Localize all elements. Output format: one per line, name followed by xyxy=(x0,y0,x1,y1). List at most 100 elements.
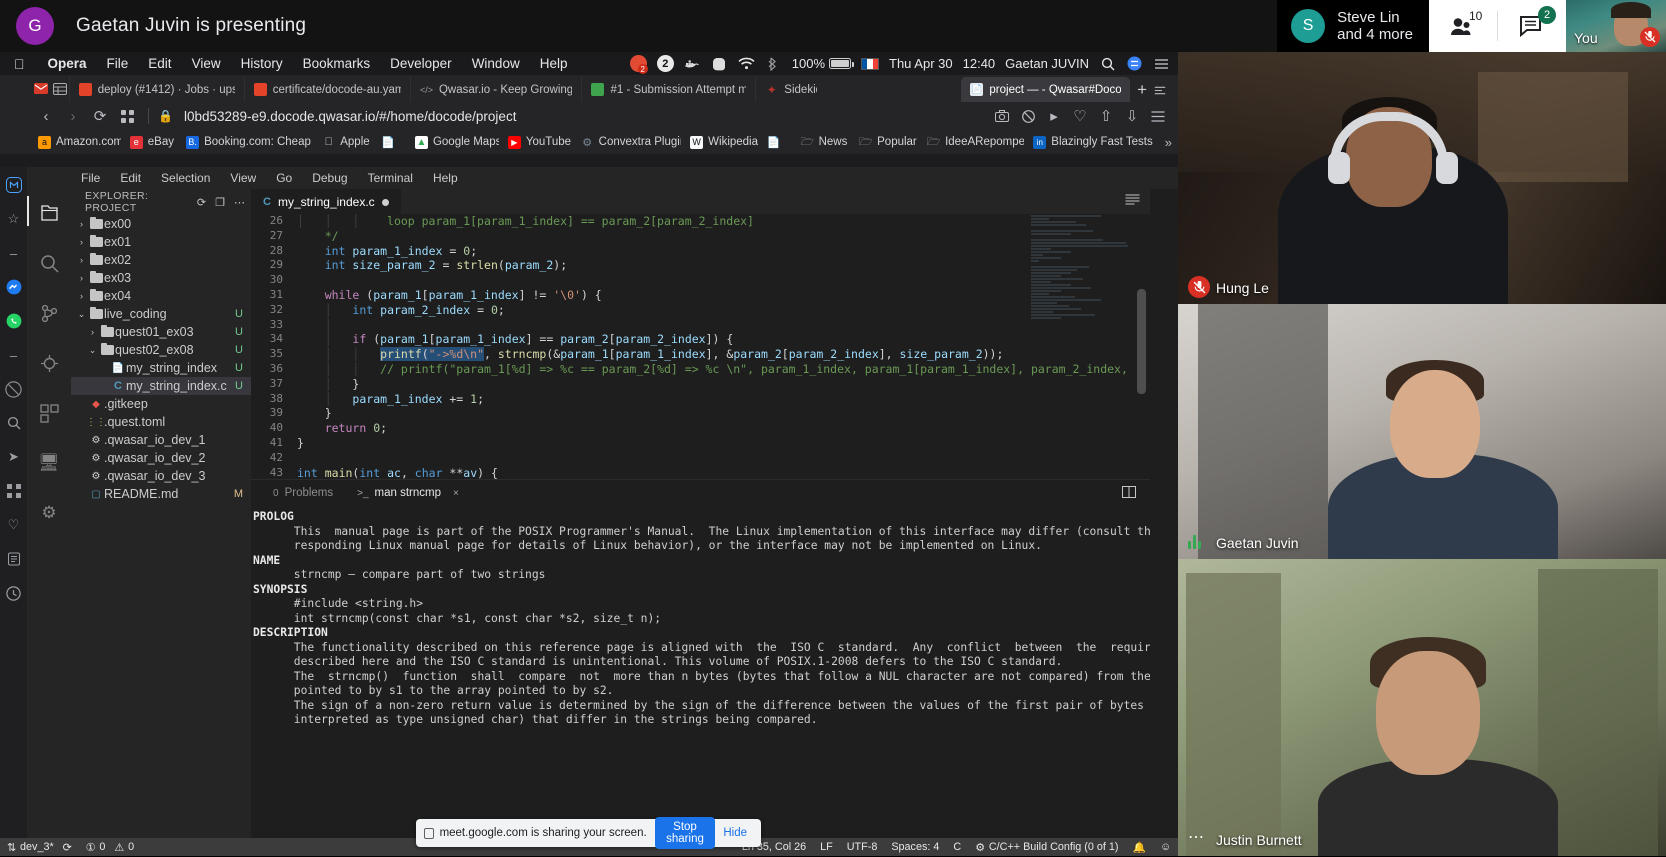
remote-icon[interactable]: 🖥 xyxy=(35,449,63,477)
twisty-icon[interactable]: › xyxy=(75,219,88,229)
tab-grid-icon[interactable] xyxy=(115,104,139,128)
vertical-scrollbar[interactable] xyxy=(1137,289,1146,394)
hide-toast-button[interactable]: Hide xyxy=(715,823,755,843)
bookmark-item[interactable]: in Blazingly Fast Tests U xyxy=(1033,135,1156,149)
browser-tab[interactable]: ✦ Sidekiq xyxy=(755,77,826,102)
menu-history[interactable]: History xyxy=(231,56,293,71)
code-line[interactable]: 38 │ param_1_index += 1; xyxy=(251,392,1150,407)
collapse-all-icon[interactable]: ❐ xyxy=(215,196,225,209)
editor-tab[interactable]: C my_string_index.c xyxy=(251,189,401,214)
file-tree-item[interactable]: › ex02 xyxy=(71,251,251,269)
adblock-icon[interactable] xyxy=(1016,104,1040,128)
settings-gear-icon[interactable]: ⚙ xyxy=(35,499,63,527)
file-tree-item[interactable]: › quest01_ex03 U xyxy=(71,323,251,341)
mail-icon[interactable] xyxy=(32,75,50,102)
opera-notes-icon[interactable] xyxy=(4,549,24,569)
screenshot-icon[interactable] xyxy=(990,104,1014,128)
video-tile[interactable]: Gaetan Juvin xyxy=(1178,304,1666,559)
url-input[interactable]: l0bd53289-e9.docode.qwasar.io/#/home/doc… xyxy=(184,109,517,124)
file-tree-item[interactable]: ⋮⋮ .quest.toml xyxy=(71,413,251,431)
opera-messenger-icon[interactable] xyxy=(4,277,24,297)
bookmark-item[interactable]: B. Booking.com: Cheap H xyxy=(186,135,313,149)
bookmark-folder[interactable]: 🗁 Popular xyxy=(859,136,918,149)
minimap[interactable] xyxy=(1023,214,1128,479)
menu-edit[interactable]: Edit xyxy=(138,56,181,71)
status-build-config[interactable]: ⚙ C/C++ Build Config (0 of 1) xyxy=(968,841,1125,854)
file-tree-item[interactable]: › ex01 xyxy=(71,233,251,251)
browser-tab[interactable]: #1 - Submission Attempt my_ xyxy=(581,77,755,102)
vs-menu-view[interactable]: View xyxy=(220,171,266,185)
code-line[interactable]: 29 int size_param_2 = strlen(param_2); xyxy=(251,258,1150,273)
opera-disabled-icon[interactable] xyxy=(4,379,24,399)
twisty-icon[interactable]: ⌄ xyxy=(86,345,99,356)
opera-star-icon[interactable]: ☆ xyxy=(4,209,24,229)
status-branch[interactable]: ⇅ dev_3* ⟳ xyxy=(0,841,79,854)
vs-menu-selection[interactable]: Selection xyxy=(151,171,220,185)
search-icon[interactable] xyxy=(35,249,63,277)
status-encoding[interactable]: UTF-8 xyxy=(840,841,885,853)
new-tab-button[interactable]: + xyxy=(1130,77,1154,102)
vs-menu-debug[interactable]: Debug xyxy=(302,171,357,185)
bookmark-folder[interactable]: 🗁 News xyxy=(801,136,851,149)
bookmark-item[interactable]: ▲ Google Maps xyxy=(414,135,499,149)
file-tree-item[interactable]: 📄 my_string_index U xyxy=(71,359,251,377)
opera-minus-icon[interactable]: – xyxy=(4,345,24,365)
menu-bookmarks[interactable]: Bookmarks xyxy=(293,56,381,71)
file-tree-item[interactable]: ⚙ .qwasar_io_dev_1 xyxy=(71,431,251,449)
spotlight-search-icon[interactable] xyxy=(1099,55,1116,72)
browser-tab-active[interactable]: 📄 project — - Qwasar#Docode xyxy=(961,77,1131,102)
menu-list-icon[interactable] xyxy=(1153,55,1170,72)
file-tree-item[interactable]: ▢ README.md M xyxy=(71,485,251,503)
opera-home-icon[interactable] xyxy=(4,175,24,195)
refresh-icon[interactable]: ⟳ xyxy=(197,196,206,209)
code-line[interactable]: 31 while (param_1[param_1_index] != '\0'… xyxy=(251,288,1150,303)
code-line[interactable]: 27 */ xyxy=(251,229,1150,244)
opera-send-icon[interactable]: ➤ xyxy=(4,447,24,467)
tab-menu-icon[interactable] xyxy=(1154,78,1178,102)
menu-view[interactable]: View xyxy=(182,56,231,71)
browser-tab[interactable]: </> Qwasar.io - Keep Growing - j xyxy=(409,77,582,102)
code-line[interactable]: 36 │ │ // printf("param_1[%d] => %c == p… xyxy=(251,362,1150,377)
status-eol[interactable]: LF xyxy=(813,841,840,853)
browser-tab[interactable]: deploy (#1412) · Jobs · upskil xyxy=(68,77,244,102)
control-center-icon[interactable] xyxy=(1126,55,1143,72)
chat-button[interactable]: 2 xyxy=(1498,0,1566,52)
bookmark-item[interactable]: a Amazon.com xyxy=(38,135,121,149)
menu-window[interactable]: Window xyxy=(462,56,530,71)
file-tree-item[interactable]: ⚙ .qwasar_io_dev_2 xyxy=(71,449,251,467)
evernote-icon[interactable] xyxy=(711,55,728,72)
status-feedback[interactable]: ☺ xyxy=(1153,841,1178,853)
player-icon[interactable]: ▸ xyxy=(1042,104,1066,128)
vs-menu-help[interactable]: Help xyxy=(423,171,468,185)
file-tree-item[interactable]: › ex04 xyxy=(71,287,251,305)
people-button[interactable]: 10 xyxy=(1429,0,1497,52)
bookmark-item[interactable]: e eBay xyxy=(129,135,177,149)
bluetooth-icon[interactable] xyxy=(765,55,782,72)
twisty-icon[interactable]: › xyxy=(75,237,88,247)
user-name[interactable]: Gaetan JUVIN xyxy=(1005,56,1089,71)
bookmark-item[interactable]: ▶ YouTube xyxy=(507,135,572,149)
extensions-icon[interactable] xyxy=(35,399,63,427)
docker-icon[interactable] xyxy=(684,55,701,72)
bookmark-item[interactable]: 📄 xyxy=(767,136,792,149)
code-editor[interactable]: 26 │ │ │ loop param_1[param_1_index] == p… xyxy=(251,214,1150,479)
twisty-icon[interactable]: ⌄ xyxy=(75,309,88,320)
bookmark-item[interactable]:  Apple xyxy=(322,136,372,149)
code-line[interactable]: 40 return 0; xyxy=(251,421,1150,436)
twisty-icon[interactable]: › xyxy=(86,327,99,337)
file-tree-item[interactable]: ⚙ .qwasar_io_dev_3 xyxy=(71,467,251,485)
notification-badge-icon[interactable] xyxy=(629,55,648,74)
twisty-icon[interactable]: › xyxy=(75,273,88,283)
file-tree-item[interactable]: Cmy_string_index.c U xyxy=(71,377,251,395)
status-language-mode[interactable]: C xyxy=(946,841,968,853)
menu-icon[interactable] xyxy=(1146,104,1170,128)
tab-problems[interactable]: 0 Problems xyxy=(261,480,345,506)
file-tree-item[interactable]: ⌄ quest02_ex08 U xyxy=(71,341,251,359)
code-line[interactable]: 43 int main(int ac, char **av) { xyxy=(251,466,1150,479)
terminal-output[interactable]: PROLOG This manual page is part of the P… xyxy=(251,506,1150,857)
stop-sharing-button[interactable]: Stop sharing xyxy=(654,817,716,849)
code-line[interactable]: 32 │ int param_2_index = 0; xyxy=(251,303,1150,318)
twisty-icon[interactable]: › xyxy=(75,255,88,265)
bookmark-item[interactable]: W Wikipedia xyxy=(690,135,758,149)
code-line[interactable]: 39 } xyxy=(251,406,1150,421)
